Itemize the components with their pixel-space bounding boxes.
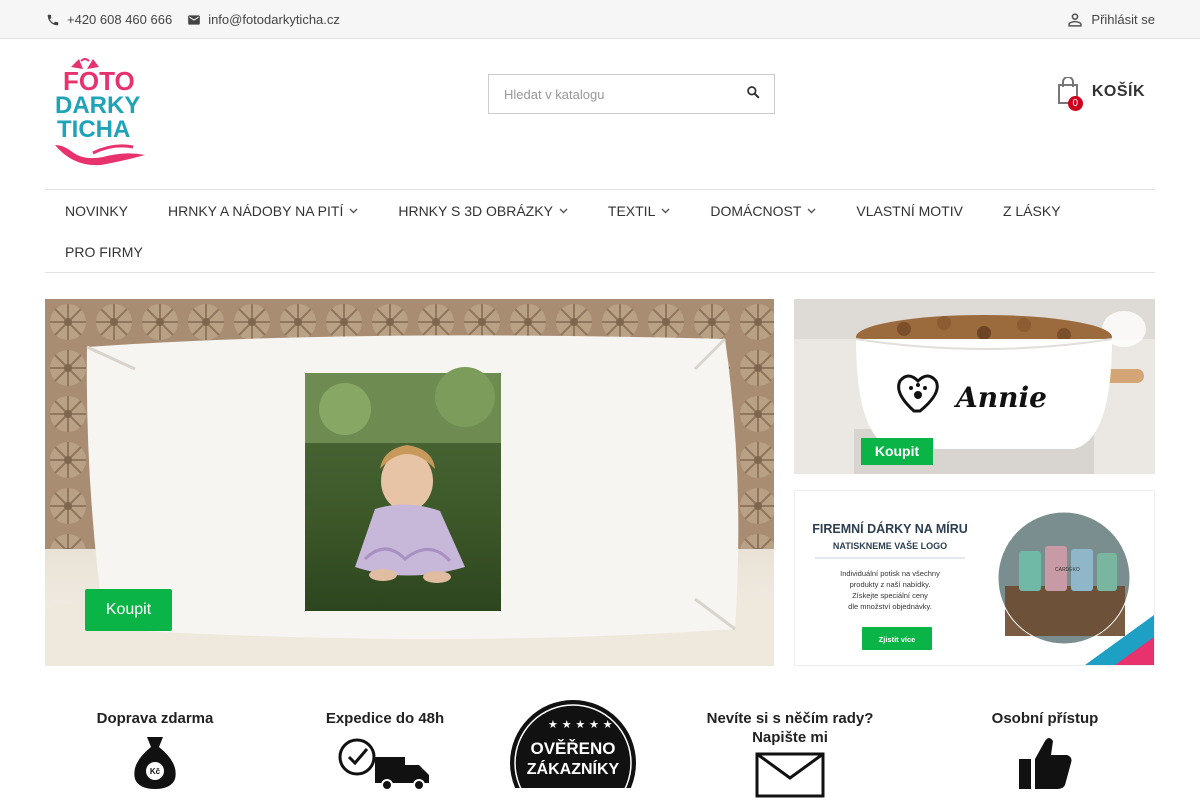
corp-more-button: Zjistit více [879,635,916,644]
nav-item-pro-firmy[interactable]: PRO FIRMY [45,231,163,272]
corp-subtitle: NATISKNEME VAŠE LOGO [833,540,947,551]
mail-icon [186,12,202,28]
search-input[interactable] [489,75,732,113]
features-row: Doprava zdarma Kč Expedice do 48h ★ ★ ★ … [45,700,1155,800]
nav-item-domacnost[interactable]: DOMÁCNOST [690,190,836,231]
verified-badge-icon: ★ ★ ★ ★ ★ OVĚŘENO ZÁKAZNÍKY [510,700,636,800]
chevron-down-icon [807,208,816,214]
nav-item-hrnky-3d[interactable]: HRNKY S 3D OBRÁZKY [378,190,588,231]
corp-title: FIREMNÍ DÁRKY NA MÍRU [812,521,968,536]
feature-label: Expedice do 48h [325,710,445,727]
feature-label: Osobní přístup [991,710,1099,727]
thumbs-up-icon [1019,738,1072,789]
feature-personal-approach: Osobní přístup [975,710,1115,793]
nav-label: VLASTNÍ MOTIV [856,202,963,219]
svg-text:CARDEKO: CARDEKO [1055,567,1080,573]
top-bar: +420 608 460 666 info@fotodarkyticha.cz … [0,0,1200,39]
feature-contact[interactable]: Nevíte si s něčím rady? Napište mi [695,710,885,800]
nav-label: DOMÁCNOST [710,202,802,219]
svg-text:★ ★ ★ ★ ★: ★ ★ ★ ★ ★ [548,718,613,731]
money-bag-icon: Kč [134,737,176,789]
search-icon [746,85,760,104]
svg-text:Kč: Kč [150,767,161,776]
chevron-down-icon [559,208,568,214]
nav-label: PRO FIRMY [65,243,143,260]
svg-text:dle množství objednávky.: dle množství objednávky. [848,602,932,611]
main-navigation: NOVINKY HRNKY A NÁDOBY NA PITÍ HRNKY S 3… [45,189,1155,273]
nav-label: Z LÁSKY [1002,202,1061,219]
feature-dispatch: Expedice do 48h [310,710,460,793]
user-icon [1065,10,1085,30]
nav-item-textil[interactable]: TEXTIL [588,190,690,231]
cart-button[interactable]: 0 KOŠÍK [1056,76,1145,111]
chevron-down-icon [661,208,670,214]
nav-item-novinky[interactable]: NOVINKY [45,190,148,231]
delivery-truck-icon [338,738,429,791]
hero-banner[interactable]: Koupit [45,299,774,666]
phone-link[interactable]: +420 608 460 666 [45,12,172,28]
feature-free-shipping: Doprava zdarma Kč [85,710,225,793]
email-link[interactable]: info@fotodarkyticha.cz [186,12,340,28]
verified-customers-badge[interactable]: ★ ★ ★ ★ ★ OVĚŘENO ZÁKAZNÍKY [508,700,638,800]
side-banner-dog-bowl[interactable]: Annie Koupit [794,299,1155,474]
svg-text:ZÁKAZNÍKY: ZÁKAZNÍKY [527,759,620,778]
hero-buy-button[interactable]: Koupit [85,589,172,631]
contact-info: +420 608 460 666 info@fotodarkyticha.cz [45,12,340,28]
svg-text:Individuální potisk na všechny: Individuální potisk na všechny [840,569,940,578]
bowl-name-text: Annie [953,381,1047,414]
feature-label: Doprava zdarma [96,710,214,727]
svg-text:TICHA: TICHA [57,116,130,143]
nav-item-z-lasky[interactable]: Z LÁSKY [983,190,1081,231]
email-address: info@fotodarkyticha.cz [208,12,340,27]
corporate-banner-art: FIREMNÍ DÁRKY NA MÍRU NATISKNEME VAŠE LO… [795,491,1154,665]
shopping-bag-icon: 0 [1056,76,1083,111]
banner-area: Koupit Annie Koupit FIREMNÍ DÁRKY NA MÍR… [45,299,1155,666]
login-link[interactable]: Přihlásit se [1065,10,1155,30]
nav-item-vlastni-motiv[interactable]: VLASTNÍ MOTIV [836,190,983,231]
envelope-icon [755,752,825,798]
nav-label: TEXTIL [607,202,656,219]
nav-label: HRNKY A NÁDOBY NA PITÍ [168,202,344,219]
side1-buy-button: Koupit [875,443,920,459]
search-button[interactable] [732,75,774,113]
search-box [488,74,775,114]
side-banner-corporate[interactable]: FIREMNÍ DÁRKY NA MÍRU NATISKNEME VAŠE LO… [794,490,1155,666]
phone-icon [45,12,61,28]
header: FOTO DARKY TICHA 0 KOŠÍK [45,39,1155,189]
site-logo[interactable]: FOTO DARKY TICHA [53,57,149,171]
svg-text:produkty z naší nabídky.: produkty z naší nabídky. [850,580,931,589]
svg-text:DARKY: DARKY [55,92,140,119]
nav-item-hrnky-a-nadoby[interactable]: HRNKY A NÁDOBY NA PITÍ [148,190,378,231]
svg-text:Získejte speciální ceny: Získejte speciální ceny [852,591,928,600]
nav-label: HRNKY S 3D OBRÁZKY [398,202,553,219]
feature-label-2: Napište mi [752,729,828,746]
login-label: Přihlásit se [1091,12,1155,27]
feature-label-1: Nevíte si s něčím rady? [706,710,874,727]
svg-text:OVĚŘENO: OVĚŘENO [530,739,615,758]
phone-number: +420 608 460 666 [67,12,173,27]
cart-label: KOŠÍK [1091,83,1145,100]
dog-bowl-photo: Annie Koupit [794,299,1155,474]
chevron-down-icon [349,208,358,214]
nav-label: NOVINKY [65,202,129,219]
cart-count-badge: 0 [1067,96,1083,111]
